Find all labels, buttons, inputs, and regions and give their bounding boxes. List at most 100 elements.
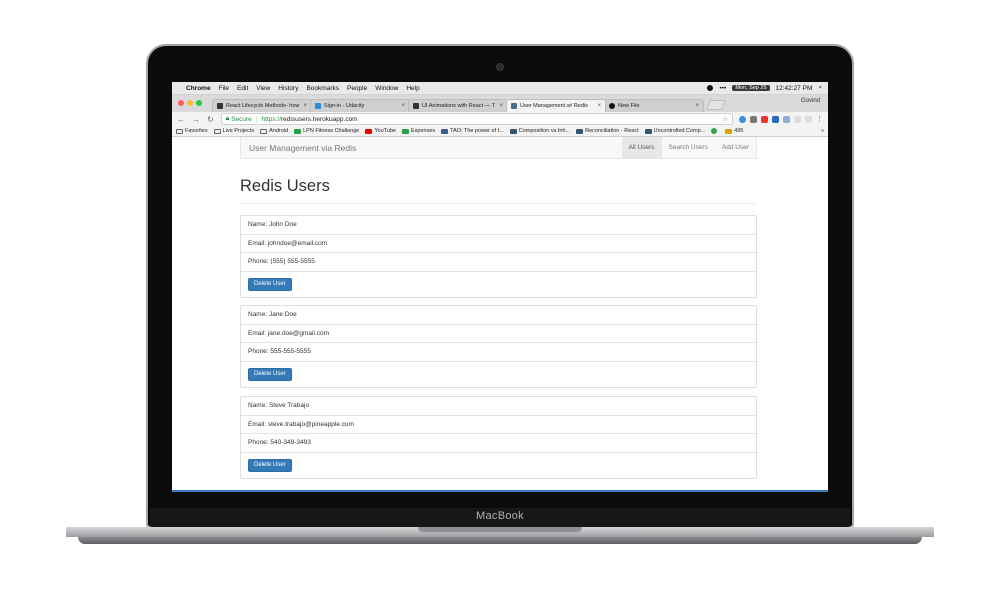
bookmark-label: Uncontrolled Comp... [653,128,706,134]
bookmark-label: LPN Fitness Challenge [303,128,360,134]
bookmark-item[interactable]: Live Projects [213,128,255,134]
folder-icon [260,128,268,134]
menu-window[interactable]: Window [375,85,398,92]
sheets-icon [294,128,302,134]
tab-label: Sign-in - Udacity [324,103,365,109]
mac-menubar: Chrome File Edit View History Bookmarks … [172,82,828,95]
menu-history[interactable]: History [278,85,298,92]
laptop-notch [418,527,582,532]
folder-icon [213,128,221,134]
close-tab-icon[interactable]: × [303,103,307,109]
bookmark-item[interactable]: TAO: The power of t... [441,128,504,134]
extension-icon[interactable] [805,115,812,123]
user-card: Name: Jane Doe Email: jane.doe@gmail.com… [240,305,757,388]
menubar-date[interactable]: Mon, Sep 25 [732,85,770,91]
close-window-icon[interactable] [178,100,184,106]
bookmarks-bar: Favorites Live Projects Android LPN Fitn… [172,126,828,137]
reload-icon[interactable]: ↻ [207,115,214,124]
youtube-icon [365,128,373,134]
user-name: Name: Jane Doe [241,306,756,325]
nav-add-user[interactable]: Add User [715,137,756,158]
extension-icon[interactable] [783,115,790,123]
more-icon[interactable]: ••• [719,85,726,92]
check-icon [711,128,718,134]
medium-icon [217,103,223,109]
close-tab-icon[interactable]: × [499,103,503,109]
nav-all-users[interactable]: All Users [621,137,662,158]
medium-icon [413,103,419,109]
user-email: Email: johndoe@email.com [241,235,756,253]
bookmark-item[interactable]: Composition vs Inh... [509,128,570,134]
github-icon [609,103,615,109]
delete-user-button[interactable]: Delete User [248,458,292,472]
maximize-window-icon[interactable] [196,100,202,106]
laptop-foot [78,537,922,544]
browser-tab[interactable]: Sign-in - Udacity × [310,99,410,112]
bookmark-label: 495 [734,128,744,134]
bookmark-item[interactable]: Reconciliation - React [576,128,639,134]
folder-icon [176,128,183,134]
bookmark-label: Live Projects [222,128,255,134]
browser-tab[interactable]: UI Animations with React — T × [408,99,508,112]
menu-view[interactable]: View [256,85,270,92]
window-controls [178,100,202,106]
user-actions: Delete User [241,362,756,387]
delete-user-button[interactable]: Delete User [248,367,292,381]
user-email: Email: steve.trabajo@pineapple.com [241,416,756,434]
back-arrow-icon[interactable]: ← [177,115,185,124]
bookmark-item[interactable]: Android [260,128,288,134]
extension-icon[interactable] [750,115,757,123]
extension-icon[interactable] [794,115,801,123]
camera-icon [497,64,503,70]
browser-tab-active[interactable]: User Management w/ Redis × [506,99,606,112]
profile-button[interactable]: Govind [801,98,820,104]
delete-user-button[interactable]: Delete User [248,277,292,291]
browser-tab[interactable]: React Lifecycle Methods- how × [212,99,312,112]
bookmarks-overflow-icon[interactable]: » [821,128,824,134]
close-tab-icon[interactable]: × [401,103,405,109]
spotlight-search-icon[interactable]: ⌕ [818,84,822,92]
menu-app-name[interactable]: Chrome [186,85,211,92]
close-tab-icon[interactable]: × [695,103,699,109]
menubar-time[interactable]: 12:42:27 PM [776,85,813,92]
new-tab-button[interactable] [706,100,726,110]
extension-icon[interactable] [739,115,746,123]
tab-label: User Management w/ Redis [520,103,588,109]
minimize-window-icon[interactable] [187,100,193,106]
bookmark-item[interactable]: Uncontrolled Comp... [644,128,706,134]
browser-menu-icon[interactable]: ⋮ [816,115,823,123]
extensions-area: ⋮ [739,115,823,123]
menu-file[interactable]: File [219,85,229,92]
screen-bottom-edge [172,490,828,492]
bookmark-item[interactable]: Expenses [401,128,435,134]
forward-arrow-icon[interactable]: → [192,115,200,124]
bookmark-item[interactable]: LPN Fitness Challenge [294,128,359,134]
bookmark-item[interactable] [711,128,719,134]
bookmark-label: YouTube [374,128,396,134]
bookmark-item[interactable]: Favorites [176,128,208,134]
lock-icon: 🔒︎ [225,115,230,122]
tab-label: React Lifecycle Methods- how [226,103,300,109]
menu-bookmarks[interactable]: Bookmarks [306,85,339,92]
menu-edit[interactable]: Edit [237,85,248,92]
address-separator: | [255,115,258,123]
status-icon[interactable] [707,85,714,91]
menu-people[interactable]: People [347,85,367,92]
counter-icon [725,128,733,134]
browser-tab-strip: React Lifecycle Methods- how × Sign-in -… [172,95,828,112]
extension-icon[interactable] [772,115,779,123]
extension-icon[interactable] [761,115,768,123]
browser-tab[interactable]: New File × [604,99,704,112]
bookmark-item[interactable]: YouTube [365,128,396,134]
page-icon [509,128,517,134]
close-tab-icon[interactable]: × [597,103,601,109]
bookmark-item[interactable]: 495 [725,128,743,134]
menu-help[interactable]: Help [406,85,419,92]
sheets-icon [401,128,409,134]
nav-search-users[interactable]: Search Users [662,137,715,158]
bookmark-star-icon[interactable]: ☆ [722,115,728,123]
page-icon [644,128,652,134]
web-page: User Management via Redis All Users Sear… [172,137,828,491]
app-brand[interactable]: User Management via Redis [241,143,356,153]
address-bar[interactable]: 🔒︎ Secure | https:// redisusers.herokuap… [220,113,733,125]
